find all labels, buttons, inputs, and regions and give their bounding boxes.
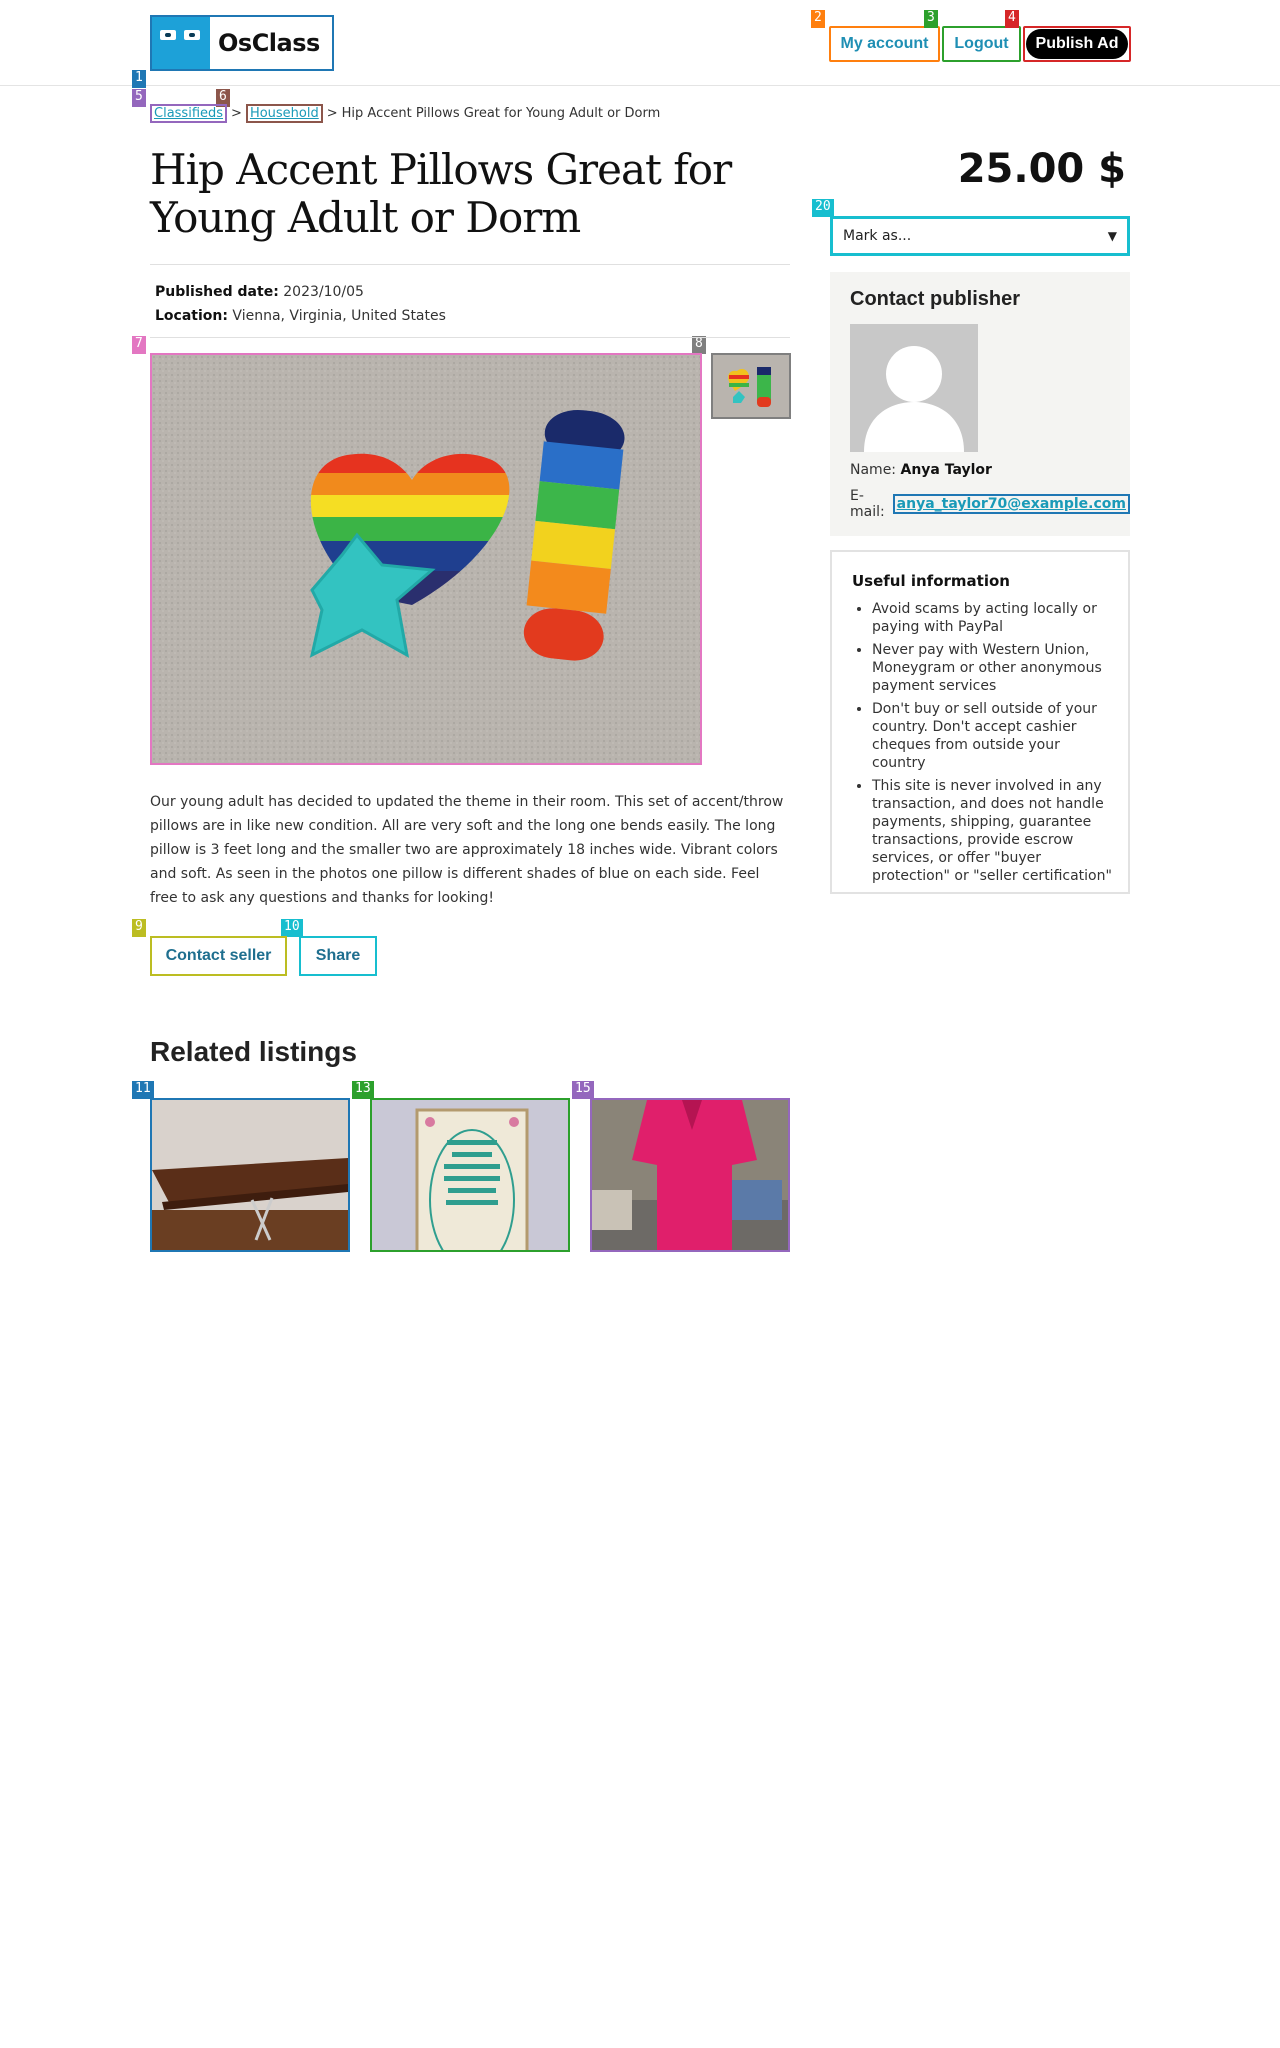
list-item: Never pay with Western Union, Moneygram … xyxy=(872,641,1114,695)
marker-1: 1 xyxy=(132,70,146,88)
marker-4: 4 xyxy=(1005,10,1019,28)
breadcrumb: Classifieds > Household > Hip Accent Pil… xyxy=(150,104,660,123)
publisher-email-row: E-mail: anya_taylor70@example.com xyxy=(850,488,1130,520)
breadcrumb-household-link[interactable]: Household xyxy=(245,104,323,123)
my-account-button[interactable]: My account xyxy=(829,26,940,62)
avatar xyxy=(850,324,978,452)
marker-8: 8 xyxy=(692,336,706,354)
logout-button[interactable]: Logout xyxy=(942,26,1021,62)
breadcrumb-current: Hip Accent Pillows Great for Young Adult… xyxy=(341,106,661,121)
published-date-label: Published date: xyxy=(155,284,279,300)
list-item: This site is never involved in any trans… xyxy=(872,777,1114,885)
related-listing-card[interactable] xyxy=(370,1098,570,1252)
location-row: Location: Vienna, Virginia, United State… xyxy=(155,304,446,328)
list-item: Don't buy or sell outside of your countr… xyxy=(872,700,1114,772)
marker-15: 15 xyxy=(572,1081,594,1099)
contact-publisher-title: Contact publisher xyxy=(850,288,1021,310)
share-button[interactable]: Share xyxy=(299,936,377,976)
contact-seller-button[interactable]: Contact seller xyxy=(150,936,287,976)
marker-5: 5 xyxy=(132,89,146,107)
logo-text: OsClass xyxy=(218,29,320,57)
location-value: Vienna, Virginia, United States xyxy=(232,308,446,324)
divider xyxy=(150,337,790,338)
published-date-row: Published date: 2023/10/05 xyxy=(155,280,446,304)
site-logo[interactable]: OsClass xyxy=(150,15,334,71)
publisher-email-link[interactable]: anya_taylor70@example.com xyxy=(892,494,1130,514)
marker-2: 2 xyxy=(811,10,825,28)
mark-as-selected-value: Mark as... xyxy=(843,228,912,244)
site-header: OsClass My account Logout Publish Ad xyxy=(0,0,1280,86)
related-listing-card[interactable] xyxy=(150,1098,350,1252)
useful-information-list: Avoid scams by acting locally or paying … xyxy=(852,600,1114,890)
publisher-name-value: Anya Taylor xyxy=(900,462,992,478)
list-item: Avoid scams by acting locally or paying … xyxy=(872,600,1114,636)
breadcrumb-classifieds-link[interactable]: Classifieds xyxy=(150,104,228,123)
location-label: Location: xyxy=(155,308,228,324)
main-listing-photo[interactable] xyxy=(150,353,702,765)
useful-information-panel: Useful information Avoid scams by acting… xyxy=(830,550,1130,894)
listing-description: Our young adult has decided to updated t… xyxy=(150,794,784,906)
publisher-email-label: E-mail: xyxy=(850,488,885,520)
logo-icon xyxy=(152,17,210,69)
marker-20: 20 xyxy=(812,199,834,217)
breadcrumb-separator: > xyxy=(231,106,242,121)
marker-3: 3 xyxy=(924,10,938,28)
marker-7: 7 xyxy=(132,336,146,354)
mark-as-select[interactable]: Mark as... ▼ xyxy=(830,216,1130,256)
publish-ad-label: Publish Ad xyxy=(1026,29,1128,59)
contact-publisher-panel: Contact publisher Name: Anya Taylor E-ma… xyxy=(830,272,1130,536)
related-listings-title: Related listings xyxy=(150,1036,357,1067)
photo-thumbnail[interactable] xyxy=(711,353,791,419)
related-listing-card[interactable] xyxy=(590,1098,790,1252)
listing-title: Hip Accent Pillows Great for Young Adult… xyxy=(150,145,732,242)
listing-price: 25.00 $ xyxy=(957,146,1126,192)
useful-information-title: Useful information xyxy=(852,572,1010,590)
publish-ad-button[interactable]: Publish Ad xyxy=(1023,26,1131,62)
publisher-name-label: Name: xyxy=(850,462,897,478)
marker-13: 13 xyxy=(352,1081,374,1099)
marker-9: 9 xyxy=(132,919,146,937)
breadcrumb-separator: > xyxy=(326,106,338,121)
publisher-name-row: Name: Anya Taylor xyxy=(850,462,992,478)
published-date-value: 2023/10/05 xyxy=(283,284,364,300)
marker-11: 11 xyxy=(132,1081,154,1099)
listing-meta: Published date: 2023/10/05 Location: Vie… xyxy=(155,280,446,328)
divider xyxy=(150,264,790,265)
chevron-down-icon: ▼ xyxy=(1107,229,1117,243)
marker-10: 10 xyxy=(281,919,303,937)
